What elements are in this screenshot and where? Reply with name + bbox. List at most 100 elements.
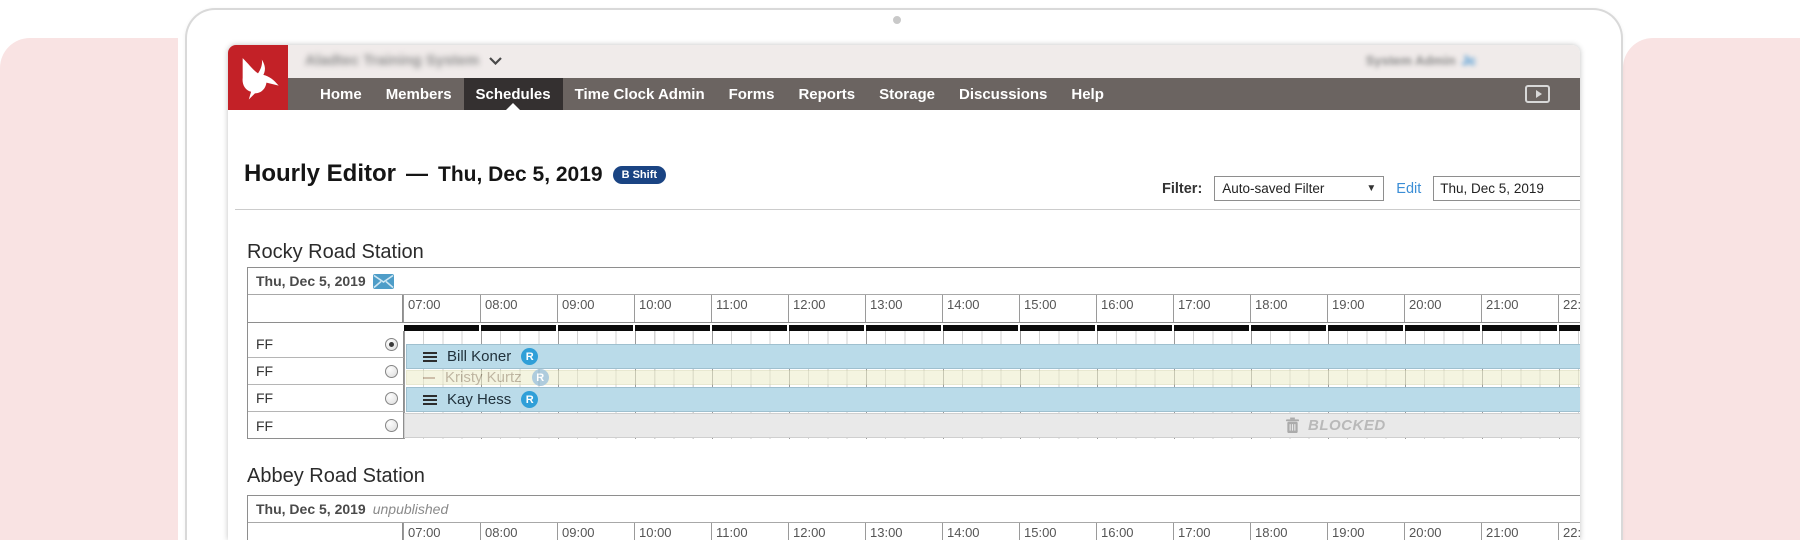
hour-label: 09:00: [557, 523, 634, 540]
hour-label: 20:00: [1404, 295, 1481, 322]
select-arrow-icon: ▼: [1366, 183, 1377, 194]
nav-item-members[interactable]: Members: [374, 78, 464, 110]
drag-handle-icon[interactable]: [423, 376, 435, 379]
nav-item-discussions[interactable]: Discussions: [947, 78, 1059, 110]
hour-label: 07:00: [403, 295, 480, 322]
app-screenshot: Aladtec Training System System Admin Jc …: [228, 45, 1580, 540]
recurring-badge: R: [531, 369, 549, 386]
hour-label: 22:00: [1558, 523, 1580, 540]
user-menu[interactable]: System Admin Jc: [1366, 53, 1476, 68]
hour-label: 16:00: [1096, 523, 1173, 540]
hour-label: 19:00: [1327, 295, 1404, 322]
nav-item-reports[interactable]: Reports: [786, 78, 867, 110]
play-icon: [1535, 90, 1542, 98]
brand-logo[interactable]: [228, 45, 288, 110]
hour-label: 16:00: [1096, 295, 1173, 322]
hour-label: 12:00: [788, 523, 865, 540]
schedule-date: Thu, Dec 5, 2019: [256, 501, 366, 517]
user-link-blurred[interactable]: Jc: [1462, 53, 1476, 68]
drag-handle-icon[interactable]: [423, 351, 437, 362]
row-radio-2[interactable]: [385, 365, 398, 378]
envelope-icon[interactable]: [372, 273, 394, 289]
trash-icon[interactable]: [1285, 417, 1300, 434]
hour-label: 19:00: [1327, 523, 1404, 540]
schedule-date-row: Thu, Dec 5, 2019: [248, 268, 1580, 295]
position-row-3: FF: [248, 385, 404, 412]
position-row-2: FF: [248, 358, 404, 385]
hour-label: 14:00: [942, 523, 1019, 540]
blocked-bar[interactable]: BLOCKED: [404, 413, 1580, 438]
shift-member-name: Kristy Kurtz: [445, 369, 522, 386]
date-input[interactable]: [1433, 176, 1580, 201]
row-radio-4[interactable]: [385, 419, 398, 432]
position-label-column: FF FF FF FF: [248, 331, 404, 439]
recurring-badge: R: [521, 391, 539, 408]
page-title-bar: Hourly Editor — Thu, Dec 5, 2019 B Shift: [244, 160, 667, 188]
nav-item-home[interactable]: Home: [308, 78, 374, 110]
hour-label: 14:00: [942, 295, 1019, 322]
row-radio-1[interactable]: [385, 338, 398, 351]
shift-bar-kristy-kurtz[interactable]: Kristy Kurtz R: [406, 369, 1580, 386]
main-nav: Home Members Schedules Time Clock Admin …: [228, 78, 1580, 110]
filter-select-value: Auto-saved Filter: [1222, 181, 1325, 196]
backdrop-pink-left: [0, 38, 178, 540]
page-title: Hourly Editor: [244, 160, 397, 187]
org-selector[interactable]: Aladtec Training System: [305, 52, 503, 69]
shift-member-name: Bill Koner: [447, 348, 512, 365]
shift-member-name: Kay Hess: [447, 391, 512, 408]
schedule-table-abbey: Thu, Dec 5, 2019 unpublished 07:00 08:00…: [247, 495, 1580, 540]
timeline-grid[interactable]: Bill Koner R Kristy Kurtz R Kay Hess R B…: [404, 331, 1580, 439]
row-radio-3[interactable]: [385, 392, 398, 405]
schedule-date-row: Thu, Dec 5, 2019 unpublished: [248, 496, 1580, 523]
hour-label: 20:00: [1404, 523, 1481, 540]
nav-item-help[interactable]: Help: [1059, 78, 1116, 110]
hour-label: 13:00: [865, 295, 942, 322]
video-help-button[interactable]: [1525, 85, 1550, 103]
hour-header-row: 07:00 08:00 09:00 10:00 11:00 12:00 13:0…: [248, 295, 1580, 323]
nav-item-schedules[interactable]: Schedules: [463, 78, 563, 110]
schedule-table-rocky: Thu, Dec 5, 2019 07:00 08:00 09:00 10:00…: [247, 267, 1580, 439]
chevron-down-icon[interactable]: [489, 56, 503, 65]
position-label: FF: [256, 417, 274, 434]
page-title-date: Thu, Dec 5, 2019: [438, 163, 603, 186]
hour-label: 11:00: [711, 295, 788, 322]
hour-label: 10:00: [634, 523, 711, 540]
title-dash: —: [406, 161, 429, 186]
blocked-label: BLOCKED: [1308, 417, 1386, 434]
hour-label: 08:00: [480, 523, 557, 540]
hour-label: 17:00: [1173, 523, 1250, 540]
unpublished-label: unpublished: [372, 501, 449, 517]
backdrop-pink-right: [1623, 38, 1800, 540]
drag-handle-icon[interactable]: [423, 394, 437, 405]
hour-label: 15:00: [1019, 295, 1096, 322]
shift-bar-bill-koner[interactable]: Bill Koner R: [406, 344, 1580, 369]
filter-label: Filter:: [1162, 180, 1203, 197]
position-label: FF: [256, 390, 274, 406]
hour-label: 13:00: [865, 523, 942, 540]
schedule-date: Thu, Dec 5, 2019: [256, 273, 366, 289]
browser-card-dot: [893, 16, 901, 24]
hour-label: 11:00: [711, 523, 788, 540]
hour-header-row: 07:00 08:00 09:00 10:00 11:00 12:00 13:0…: [248, 523, 1580, 540]
nav-item-forms[interactable]: Forms: [717, 78, 787, 110]
position-row-1: FF: [248, 331, 404, 358]
station-heading-rocky: Rocky Road Station: [247, 241, 424, 263]
station-heading-abbey: Abbey Road Station: [247, 465, 425, 487]
nav-item-time-clock-admin[interactable]: Time Clock Admin: [563, 78, 717, 110]
hummingbird-icon: [242, 57, 279, 99]
filter-select[interactable]: Auto-saved Filter ▼: [1214, 176, 1385, 201]
hour-label: 18:00: [1250, 295, 1327, 322]
hour-label: 18:00: [1250, 523, 1327, 540]
nav-item-storage[interactable]: Storage: [867, 78, 947, 110]
hour-label: 21:00: [1481, 523, 1558, 540]
shift-bar-kay-hess[interactable]: Kay Hess R: [406, 387, 1580, 412]
filter-edit-link[interactable]: Edit: [1396, 181, 1421, 197]
hour-label: 07:00: [403, 523, 480, 540]
shift-badge: B Shift: [612, 166, 667, 184]
hour-label: 08:00: [480, 295, 557, 322]
hour-label: 17:00: [1173, 295, 1250, 322]
recurring-badge: R: [521, 348, 539, 365]
hour-label: 15:00: [1019, 523, 1096, 540]
hour-label: 09:00: [557, 295, 634, 322]
app-top-strip: Aladtec Training System System Admin Jc: [228, 45, 1580, 78]
